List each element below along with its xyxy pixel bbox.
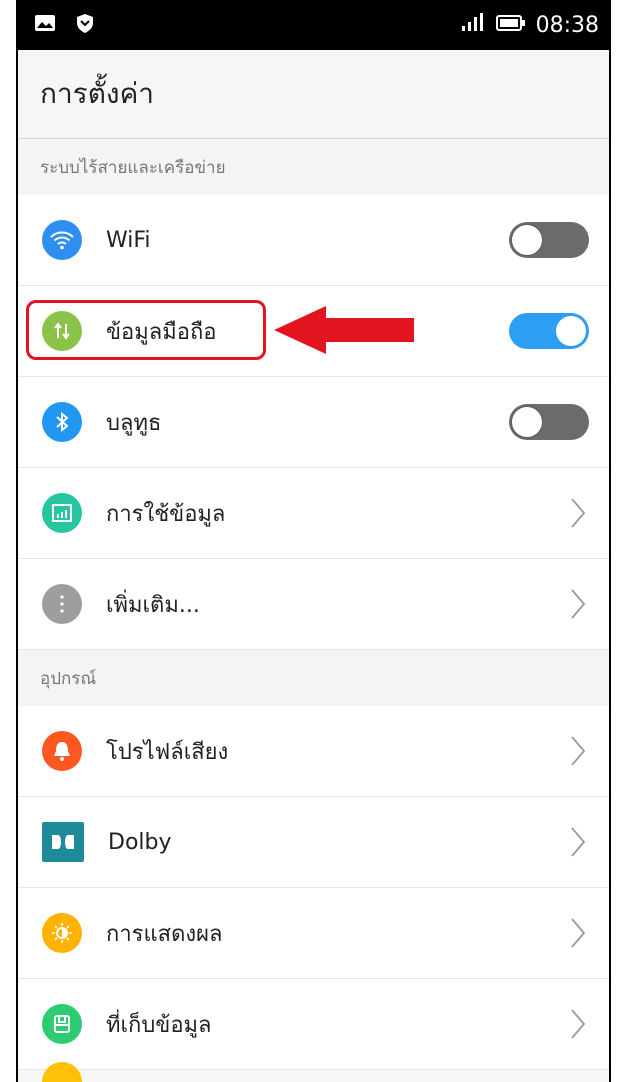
page-title: การตั้งค่า: [40, 77, 155, 110]
row-label: ที่เก็บข้อมูล: [106, 1012, 212, 1038]
row-more[interactable]: เพิ่มเติม...: [18, 559, 609, 650]
display-icon: [42, 913, 82, 953]
data-usage-icon: [42, 493, 82, 533]
row-label: เพิ่มเติม...: [106, 592, 200, 618]
dolby-icon: [42, 822, 84, 862]
row-label: Dolby: [108, 829, 172, 855]
wifi-toggle[interactable]: [509, 222, 589, 258]
row-bluetooth[interactable]: บลูทูธ: [18, 377, 609, 468]
row-dolby[interactable]: Dolby: [18, 797, 609, 888]
signal-icon: [460, 12, 486, 38]
image-icon: [34, 12, 56, 38]
toggle-knob: [511, 224, 543, 256]
row-label: การแสดงผล: [106, 921, 223, 947]
row-label: โปรไฟล์เสียง: [106, 739, 229, 765]
mobile-data-toggle[interactable]: [509, 313, 589, 349]
shield-icon: [74, 12, 96, 38]
bluetooth-icon: [42, 402, 82, 442]
chevron-right-icon: [571, 498, 586, 528]
bell-icon: [42, 731, 82, 771]
chevron-right-icon: [571, 736, 586, 766]
row-display[interactable]: การแสดงผล: [18, 888, 609, 979]
clock: 08:38: [535, 12, 599, 38]
row-label: บลูทูธ: [106, 410, 162, 436]
row-label: WiFi: [106, 227, 151, 253]
more-icon: [42, 584, 82, 624]
row-label: การใช้ข้อมูล: [106, 501, 226, 527]
status-bar: 08:38: [18, 0, 609, 50]
app-bar: การตั้งค่า: [18, 50, 609, 139]
toggle-knob: [511, 406, 543, 438]
toggle-knob: [555, 315, 587, 347]
row-wifi[interactable]: WiFi: [18, 195, 609, 286]
section-header-device: อุปกรณ์: [18, 650, 609, 706]
status-left: [34, 12, 96, 38]
bluetooth-toggle[interactable]: [509, 404, 589, 440]
section-header-wireless: ระบบไร้สายและเครือข่าย: [18, 139, 609, 195]
status-right: 08:38: [460, 12, 599, 38]
annotation-highlight-box: [26, 300, 266, 360]
settings-screen: 08:38 การตั้งค่า ระบบไร้สายและเครือข่าย …: [16, 0, 611, 1082]
wifi-icon: [42, 220, 82, 260]
row-sound-profile[interactable]: โปรไฟล์เสียง: [18, 706, 609, 797]
chevron-right-icon: [571, 1009, 586, 1039]
chevron-right-icon: [571, 827, 586, 857]
row-storage[interactable]: ที่เก็บข้อมูล: [18, 979, 609, 1070]
storage-icon: [42, 1004, 82, 1044]
row-mobile-data[interactable]: ข้อมูลมือถือ: [18, 286, 609, 377]
row-data-usage[interactable]: การใช้ข้อมูล: [18, 468, 609, 559]
chevron-right-icon: [571, 918, 586, 948]
chevron-right-icon: [571, 589, 586, 619]
annotation-arrow-icon: [274, 306, 414, 354]
battery-icon: [495, 13, 526, 38]
